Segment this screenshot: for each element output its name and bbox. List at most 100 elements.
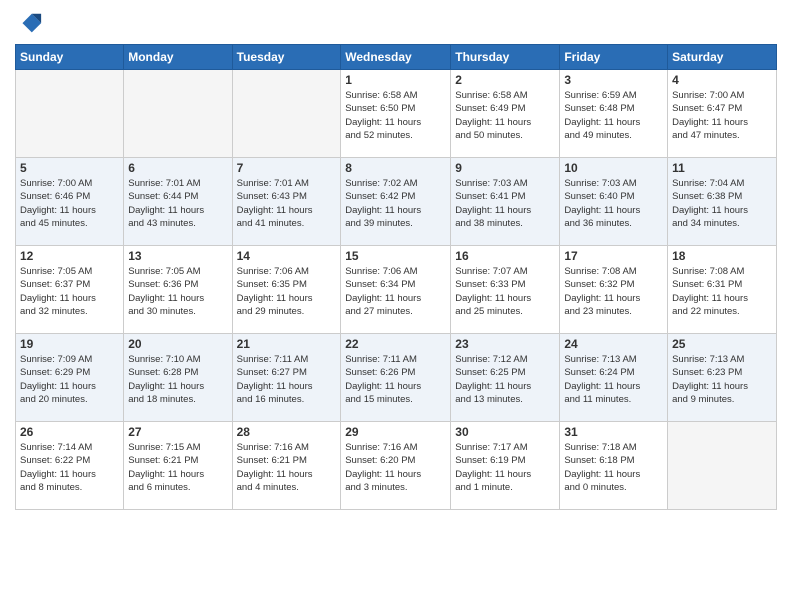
cell-text: Sunset: 6:24 PM bbox=[564, 366, 663, 379]
cell-text: Sunset: 6:44 PM bbox=[128, 190, 227, 203]
cell-text: and 29 minutes. bbox=[237, 305, 337, 318]
page: Sunday Monday Tuesday Wednesday Thursday… bbox=[0, 0, 792, 612]
table-row: 11Sunrise: 7:04 AMSunset: 6:38 PMDayligh… bbox=[668, 158, 777, 246]
cell-text: Sunset: 6:35 PM bbox=[237, 278, 337, 291]
cell-text: Daylight: 11 hours bbox=[128, 292, 227, 305]
cell-text: Sunrise: 7:09 AM bbox=[20, 353, 119, 366]
cell-text: Sunrise: 6:58 AM bbox=[345, 89, 446, 102]
cell-text: and 27 minutes. bbox=[345, 305, 446, 318]
cell-text: Sunset: 6:47 PM bbox=[672, 102, 772, 115]
cell-text: and 47 minutes. bbox=[672, 129, 772, 142]
day-number: 4 bbox=[672, 73, 772, 87]
table-row: 31Sunrise: 7:18 AMSunset: 6:18 PMDayligh… bbox=[560, 422, 668, 510]
table-row: 2Sunrise: 6:58 AMSunset: 6:49 PMDaylight… bbox=[451, 70, 560, 158]
day-number: 6 bbox=[128, 161, 227, 175]
cell-text: Sunrise: 7:13 AM bbox=[672, 353, 772, 366]
cell-text: and 4 minutes. bbox=[237, 481, 337, 494]
cell-text: Sunrise: 7:06 AM bbox=[237, 265, 337, 278]
cell-text: Daylight: 11 hours bbox=[20, 292, 119, 305]
cell-text: Sunset: 6:38 PM bbox=[672, 190, 772, 203]
cell-text: Sunrise: 7:18 AM bbox=[564, 441, 663, 454]
day-number: 9 bbox=[455, 161, 555, 175]
table-row: 19Sunrise: 7:09 AMSunset: 6:29 PMDayligh… bbox=[16, 334, 124, 422]
calendar-week-row: 12Sunrise: 7:05 AMSunset: 6:37 PMDayligh… bbox=[16, 246, 777, 334]
cell-text: and 6 minutes. bbox=[128, 481, 227, 494]
day-number: 11 bbox=[672, 161, 772, 175]
cell-text: Sunrise: 7:06 AM bbox=[345, 265, 446, 278]
day-number: 17 bbox=[564, 249, 663, 263]
cell-text: Daylight: 11 hours bbox=[564, 468, 663, 481]
day-number: 24 bbox=[564, 337, 663, 351]
day-number: 12 bbox=[20, 249, 119, 263]
cell-text: Daylight: 11 hours bbox=[455, 116, 555, 129]
table-row bbox=[668, 422, 777, 510]
cell-text: Daylight: 11 hours bbox=[564, 292, 663, 305]
cell-text: and 50 minutes. bbox=[455, 129, 555, 142]
cell-text: Daylight: 11 hours bbox=[345, 204, 446, 217]
day-number: 10 bbox=[564, 161, 663, 175]
cell-text: Sunrise: 7:08 AM bbox=[564, 265, 663, 278]
day-number: 18 bbox=[672, 249, 772, 263]
day-number: 19 bbox=[20, 337, 119, 351]
table-row: 3Sunrise: 6:59 AMSunset: 6:48 PMDaylight… bbox=[560, 70, 668, 158]
cell-text: Sunset: 6:26 PM bbox=[345, 366, 446, 379]
cell-text: Sunrise: 7:13 AM bbox=[564, 353, 663, 366]
day-number: 26 bbox=[20, 425, 119, 439]
day-number: 23 bbox=[455, 337, 555, 351]
cell-text: Sunset: 6:42 PM bbox=[345, 190, 446, 203]
cell-text: Sunset: 6:34 PM bbox=[345, 278, 446, 291]
cell-text: Sunrise: 7:16 AM bbox=[237, 441, 337, 454]
cell-text: Sunset: 6:21 PM bbox=[128, 454, 227, 467]
cell-text: and 41 minutes. bbox=[237, 217, 337, 230]
cell-text: Daylight: 11 hours bbox=[672, 380, 772, 393]
cell-text: Sunset: 6:46 PM bbox=[20, 190, 119, 203]
cell-text: Sunset: 6:31 PM bbox=[672, 278, 772, 291]
table-row: 5Sunrise: 7:00 AMSunset: 6:46 PMDaylight… bbox=[16, 158, 124, 246]
day-number: 3 bbox=[564, 73, 663, 87]
cell-text: Sunset: 6:49 PM bbox=[455, 102, 555, 115]
table-row: 30Sunrise: 7:17 AMSunset: 6:19 PMDayligh… bbox=[451, 422, 560, 510]
cell-text: and 39 minutes. bbox=[345, 217, 446, 230]
table-row: 1Sunrise: 6:58 AMSunset: 6:50 PMDaylight… bbox=[341, 70, 451, 158]
table-row: 27Sunrise: 7:15 AMSunset: 6:21 PMDayligh… bbox=[124, 422, 232, 510]
cell-text: Daylight: 11 hours bbox=[564, 204, 663, 217]
day-number: 15 bbox=[345, 249, 446, 263]
table-row: 16Sunrise: 7:07 AMSunset: 6:33 PMDayligh… bbox=[451, 246, 560, 334]
col-friday: Friday bbox=[560, 45, 668, 70]
cell-text: Daylight: 11 hours bbox=[345, 468, 446, 481]
table-row: 23Sunrise: 7:12 AMSunset: 6:25 PMDayligh… bbox=[451, 334, 560, 422]
col-wednesday: Wednesday bbox=[341, 45, 451, 70]
table-row: 15Sunrise: 7:06 AMSunset: 6:34 PMDayligh… bbox=[341, 246, 451, 334]
table-row: 29Sunrise: 7:16 AMSunset: 6:20 PMDayligh… bbox=[341, 422, 451, 510]
cell-text: and 13 minutes. bbox=[455, 393, 555, 406]
day-number: 20 bbox=[128, 337, 227, 351]
cell-text: Daylight: 11 hours bbox=[128, 380, 227, 393]
cell-text: Sunset: 6:22 PM bbox=[20, 454, 119, 467]
cell-text: Daylight: 11 hours bbox=[237, 380, 337, 393]
logo-icon bbox=[15, 10, 43, 38]
cell-text: Sunrise: 7:05 AM bbox=[128, 265, 227, 278]
cell-text: Daylight: 11 hours bbox=[20, 468, 119, 481]
cell-text: and 32 minutes. bbox=[20, 305, 119, 318]
day-number: 2 bbox=[455, 73, 555, 87]
day-number: 14 bbox=[237, 249, 337, 263]
day-number: 25 bbox=[672, 337, 772, 351]
cell-text: Sunset: 6:36 PM bbox=[128, 278, 227, 291]
cell-text: and 25 minutes. bbox=[455, 305, 555, 318]
cell-text: Sunrise: 7:05 AM bbox=[20, 265, 119, 278]
table-row: 17Sunrise: 7:08 AMSunset: 6:32 PMDayligh… bbox=[560, 246, 668, 334]
cell-text: Sunrise: 7:15 AM bbox=[128, 441, 227, 454]
cell-text: and 9 minutes. bbox=[672, 393, 772, 406]
day-number: 21 bbox=[237, 337, 337, 351]
cell-text: and 22 minutes. bbox=[672, 305, 772, 318]
cell-text: Sunset: 6:29 PM bbox=[20, 366, 119, 379]
cell-text: and 38 minutes. bbox=[455, 217, 555, 230]
cell-text: Daylight: 11 hours bbox=[20, 204, 119, 217]
day-number: 16 bbox=[455, 249, 555, 263]
cell-text: and 45 minutes. bbox=[20, 217, 119, 230]
cell-text: Sunrise: 7:14 AM bbox=[20, 441, 119, 454]
col-sunday: Sunday bbox=[16, 45, 124, 70]
cell-text: Sunset: 6:41 PM bbox=[455, 190, 555, 203]
cell-text: Sunset: 6:28 PM bbox=[128, 366, 227, 379]
cell-text: Daylight: 11 hours bbox=[128, 468, 227, 481]
